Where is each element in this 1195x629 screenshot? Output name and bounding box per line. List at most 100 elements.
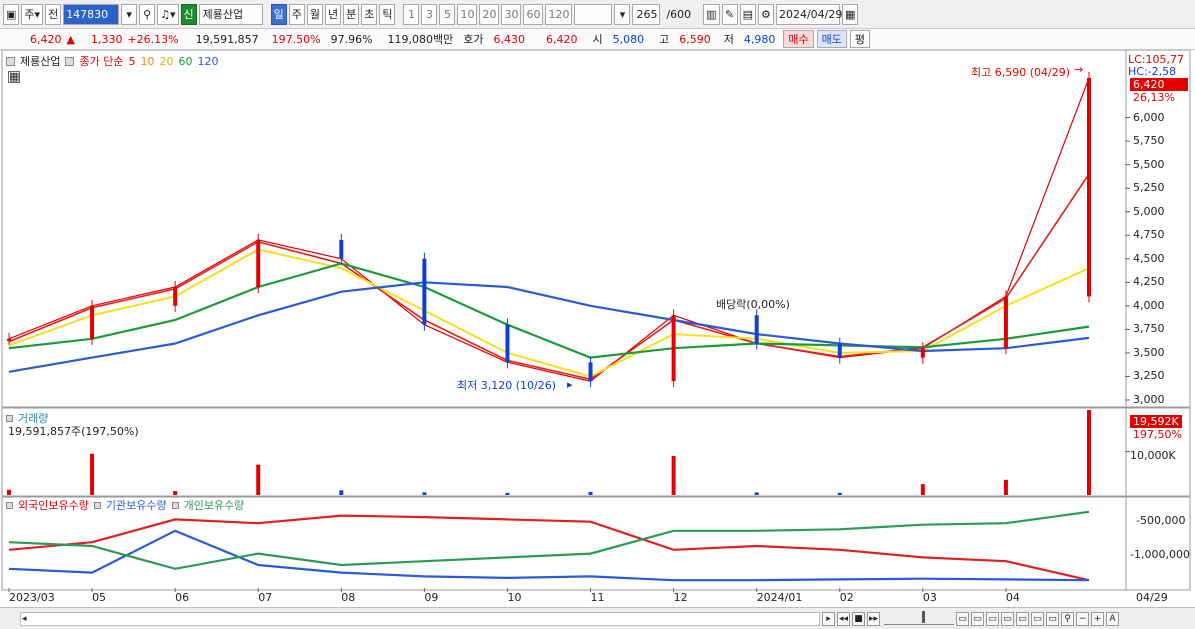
volume-bar — [505, 492, 510, 495]
save-icon[interactable]: ▤ — [739, 3, 756, 25]
pane-toggle-icon[interactable] — [6, 56, 15, 66]
calendar-icon[interactable]: ▦ — [841, 3, 859, 25]
holdings-toggle-icon[interactable] — [6, 501, 13, 509]
window-icon-3[interactable]: ▭ — [986, 611, 999, 626]
minute-option-30[interactable]: 30 — [501, 3, 522, 25]
zoom-slider[interactable] — [884, 610, 954, 625]
low-annotation: 최저 3,120 (10/26) — [457, 379, 557, 392]
period-day-button[interactable]: 일 — [270, 3, 287, 25]
custom-period-dropdown-icon[interactable]: ▾ — [614, 3, 631, 25]
window-icon-5[interactable]: ▭ — [1016, 611, 1029, 626]
legend-institution: 기관보유수량 — [105, 499, 167, 512]
ma-label: 종가 단순 — [79, 55, 124, 68]
period-year-button[interactable]: 년 — [324, 3, 342, 25]
price-tick-0: 6,000 — [1133, 110, 1165, 124]
rewind-icon[interactable]: ◂◂ — [837, 611, 850, 626]
zoom-out-icon[interactable]: − — [1076, 611, 1089, 626]
minute-option-20[interactable]: 20 — [479, 3, 500, 25]
period-second-button[interactable]: 초 — [361, 3, 378, 25]
individual-toggle-icon[interactable] — [171, 501, 179, 509]
market-type-select[interactable]: 주 ▾ — [21, 3, 44, 25]
indicator-icon[interactable]: ▥ — [703, 3, 720, 25]
volume-bar — [754, 492, 759, 495]
zoom-slider-thumb[interactable] — [922, 610, 925, 623]
volume-tick-10000k: 10,000K — [1130, 449, 1176, 462]
count-input[interactable]: 265 — [632, 3, 661, 25]
x-label-8: 12 — [673, 591, 688, 604]
price-change: 1,330 — [90, 32, 123, 46]
stop-icon[interactable]: ■ — [852, 611, 865, 626]
chart-canvas[interactable] — [0, 50, 1195, 607]
hc-label: HC:-2,58 — [1128, 65, 1177, 78]
volume-bar — [1003, 479, 1008, 495]
volume-bar — [422, 492, 427, 495]
period-tick-button[interactable]: 틱 — [379, 3, 396, 25]
horizontal-scrollbar[interactable]: ◂ — [20, 611, 820, 626]
institution-toggle-icon[interactable] — [93, 501, 101, 509]
drawing-tool-icon[interactable]: ✎ — [721, 3, 738, 25]
stock-code-input[interactable]: 147830 — [63, 3, 120, 25]
zoom-search-icon[interactable]: ⚲ — [1061, 611, 1074, 626]
x-label-5: 09 — [424, 591, 439, 604]
window-icon-1[interactable]: ▭ — [956, 611, 969, 626]
minute-option-60[interactable]: 60 — [523, 3, 544, 25]
stock-name-field[interactable]: 제룡산업 — [198, 3, 263, 25]
period-month-button[interactable]: 월 — [306, 3, 323, 25]
volume-bar — [920, 484, 925, 495]
custom-period-input[interactable] — [574, 3, 613, 25]
volume-value: 19,591,857 — [195, 32, 259, 46]
scroll-right-icon[interactable]: ▸ — [822, 611, 835, 626]
minute-option-120[interactable]: 120 — [545, 3, 573, 25]
gear-icon[interactable]: ⚙ — [757, 3, 774, 25]
series-line-4 — [8, 281, 1090, 373]
open-label: 시 — [592, 33, 603, 46]
ma-period-20: 20 — [159, 54, 174, 68]
buy-button[interactable]: 매수 — [783, 30, 814, 48]
volume-toggle-icon[interactable] — [6, 414, 13, 422]
forward-icon[interactable]: ▸▸ — [867, 611, 880, 626]
window-icon-7[interactable]: ▭ — [1046, 611, 1059, 626]
table-view-icon[interactable]: ▦ — [8, 71, 20, 83]
search-icon[interactable]: ⚲ — [139, 3, 156, 25]
x-last-label: 04/29 — [1136, 591, 1168, 604]
period-week-button[interactable]: 주 — [288, 3, 305, 25]
low-arrow-icon: ▸ — [567, 378, 573, 391]
code-dropdown-icon[interactable]: ▾ — [121, 3, 138, 25]
date-input[interactable]: 2024/04/29 — [775, 3, 842, 25]
volume-bar — [837, 492, 842, 495]
x-label-0: 2023/03 — [9, 591, 55, 604]
quote-bar: 6,420 ▲ 1,330 +26.13% 19,591,857 197.50%… — [0, 29, 1195, 50]
candle-body — [505, 324, 510, 363]
window-icon-4[interactable]: ▭ — [1001, 611, 1014, 626]
ma-period-120: 120 — [197, 54, 219, 68]
minute-option-1[interactable]: 1 — [403, 3, 420, 25]
minute-option-3[interactable]: 3 — [421, 3, 438, 25]
volume-pane-frame — [1, 407, 1191, 497]
minute-option-10[interactable]: 10 — [457, 3, 478, 25]
period-minute-button[interactable]: 분 — [343, 3, 360, 25]
sound-icon[interactable]: ♫▾ — [157, 3, 179, 25]
volume-bar — [1087, 410, 1091, 495]
series-line-0 — [8, 77, 1090, 382]
avg-button[interactable]: 평 — [849, 30, 871, 48]
x-label-3: 07 — [258, 591, 273, 604]
minute-option-5[interactable]: 5 — [439, 3, 456, 25]
ma-toggle-icon[interactable] — [65, 56, 75, 66]
price-pane-frame — [1, 50, 1191, 408]
x-label-6: 10 — [507, 591, 522, 604]
layout-icon[interactable]: ▣ — [3, 3, 20, 25]
window-icon-6[interactable]: ▭ — [1031, 611, 1044, 626]
font-size-icon[interactable]: A — [1106, 611, 1119, 626]
ma-period-10: 10 — [140, 54, 155, 68]
high-arrow-icon: → — [1074, 63, 1084, 76]
current-price: 6,420 — [30, 32, 62, 46]
legend-foreign: 외국인보유수량 — [18, 499, 89, 512]
price-change-pct: +26.13% — [127, 32, 179, 46]
window-icon-2[interactable]: ▭ — [971, 611, 984, 626]
prev-button[interactable]: 전 — [45, 3, 62, 25]
zoom-in-icon[interactable]: + — [1091, 611, 1104, 626]
sell-button[interactable]: 매도 — [816, 30, 847, 48]
scroll-left-icon[interactable]: ◂ — [22, 614, 36, 624]
dividend-annotation: 배당락(0,00%) — [716, 298, 790, 311]
high-annotation: 최고 6,590 (04/29) — [971, 66, 1071, 79]
